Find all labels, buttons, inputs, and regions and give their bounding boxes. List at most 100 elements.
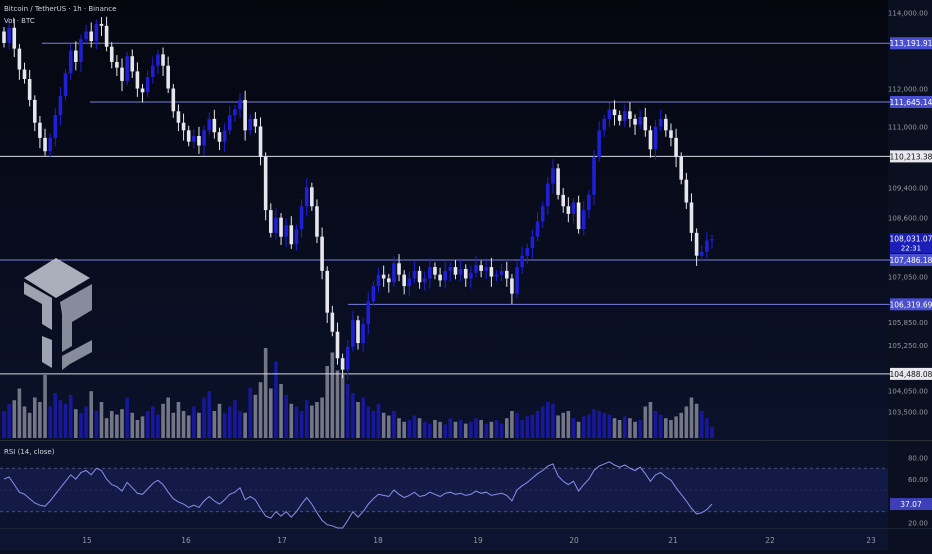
candle-body <box>684 179 689 203</box>
candle-body <box>679 156 684 180</box>
candle-body <box>32 99 37 123</box>
candle-body <box>392 263 396 283</box>
price-axis-label: 103,500.00 <box>888 408 928 416</box>
volume-bar <box>330 352 335 438</box>
volume-bar <box>438 421 442 438</box>
candle-body <box>366 301 371 325</box>
candle-body <box>171 88 176 112</box>
time-axis-label: 15 <box>82 536 92 545</box>
candle-body <box>325 270 330 313</box>
volume-bar <box>156 414 160 438</box>
volume-bar <box>94 411 99 438</box>
volume-bar <box>181 411 186 438</box>
trading-chart[interactable]: 113,191.91 111,645.14 110,213.38 107,486.18… <box>0 0 932 550</box>
volume-bar <box>458 420 463 438</box>
level-price-label: 113,191.91 <box>890 39 932 48</box>
candle-body <box>258 126 263 157</box>
volume-bar <box>587 414 591 438</box>
volume-bar <box>161 403 165 438</box>
volume-bar <box>115 414 119 438</box>
candle-body <box>658 118 663 127</box>
volume-bar <box>489 421 494 438</box>
volume-legend[interactable]: Vol · BTC <box>4 17 35 25</box>
volume-bar <box>79 412 83 438</box>
candle-body <box>535 221 540 237</box>
candle-body <box>428 267 432 279</box>
volume-bar <box>27 412 32 438</box>
candle-body <box>617 115 622 121</box>
candle-body <box>628 111 632 119</box>
volume-bar <box>284 394 288 438</box>
volume-bar <box>135 420 140 438</box>
candle-body <box>38 122 42 138</box>
volume-bar <box>109 411 114 438</box>
candle-body <box>79 39 83 62</box>
volume-bar <box>653 411 658 438</box>
volume-bar <box>43 375 47 438</box>
volume-bar <box>622 416 627 438</box>
rsi-band <box>0 468 888 512</box>
candle-body <box>453 267 458 275</box>
candle-body <box>705 240 709 252</box>
candle-body <box>422 278 427 283</box>
countdown-label: 22:31 <box>901 244 921 252</box>
volume-bar <box>140 416 145 438</box>
volume-bar <box>643 406 648 438</box>
candle-body <box>120 67 124 81</box>
volume-bar <box>38 402 42 438</box>
candle-body <box>448 267 453 271</box>
rsi-axis-label: 60.00 <box>908 476 928 484</box>
volume-bar <box>561 412 566 438</box>
candle-body <box>674 137 678 157</box>
candle-body <box>546 183 550 207</box>
candle-body <box>268 210 273 233</box>
candle-body <box>340 358 345 370</box>
candle-body <box>233 109 237 116</box>
volume-bar <box>551 403 555 438</box>
candle-body <box>602 118 607 131</box>
symbol-legend[interactable]: Bitcoin / TetherUS · 1h · Binance <box>4 5 116 13</box>
volume-bar <box>556 415 560 438</box>
candle-body <box>58 96 63 116</box>
candle-body <box>207 118 212 131</box>
candle-body <box>484 267 489 271</box>
candle-body <box>89 31 94 42</box>
candle-body <box>274 217 278 233</box>
candle-body <box>227 115 232 131</box>
candle-body <box>335 331 340 359</box>
candle-body <box>186 130 191 142</box>
volume-bar <box>340 375 345 438</box>
candle-body <box>576 202 581 230</box>
candle-body <box>648 130 653 150</box>
candle-body <box>566 206 571 214</box>
candle-body <box>689 202 694 233</box>
price-axis-label: 109,400.00 <box>888 184 928 192</box>
candle-body <box>197 136 201 146</box>
candle-body <box>458 268 463 275</box>
volume-bar <box>145 411 150 438</box>
volume-bar <box>186 415 191 438</box>
candle-body <box>463 268 468 279</box>
price-axis-label: 111,000.00 <box>888 124 928 132</box>
candle-body <box>22 69 27 80</box>
rsi-legend[interactable]: RSI (14, close) <box>4 448 54 456</box>
volume-bar <box>566 411 571 438</box>
volume-bar <box>417 418 422 438</box>
volume-bar <box>197 412 201 438</box>
candle-body <box>520 255 524 268</box>
volume-bar <box>710 427 714 438</box>
volume-bar <box>7 403 11 438</box>
candle-body <box>402 274 406 287</box>
price-axis-label: 104,050.00 <box>888 388 928 396</box>
candle-body <box>653 126 658 150</box>
candle-body <box>694 232 699 256</box>
candle-body <box>397 263 401 275</box>
candle-body <box>643 117 648 131</box>
candle-body <box>253 118 258 127</box>
volume-bar <box>628 418 632 438</box>
candle-body <box>699 251 704 256</box>
candle-body <box>407 278 412 287</box>
time-axis-label: 21 <box>668 536 678 545</box>
candle-body <box>217 132 222 142</box>
volume-bar <box>238 411 242 438</box>
